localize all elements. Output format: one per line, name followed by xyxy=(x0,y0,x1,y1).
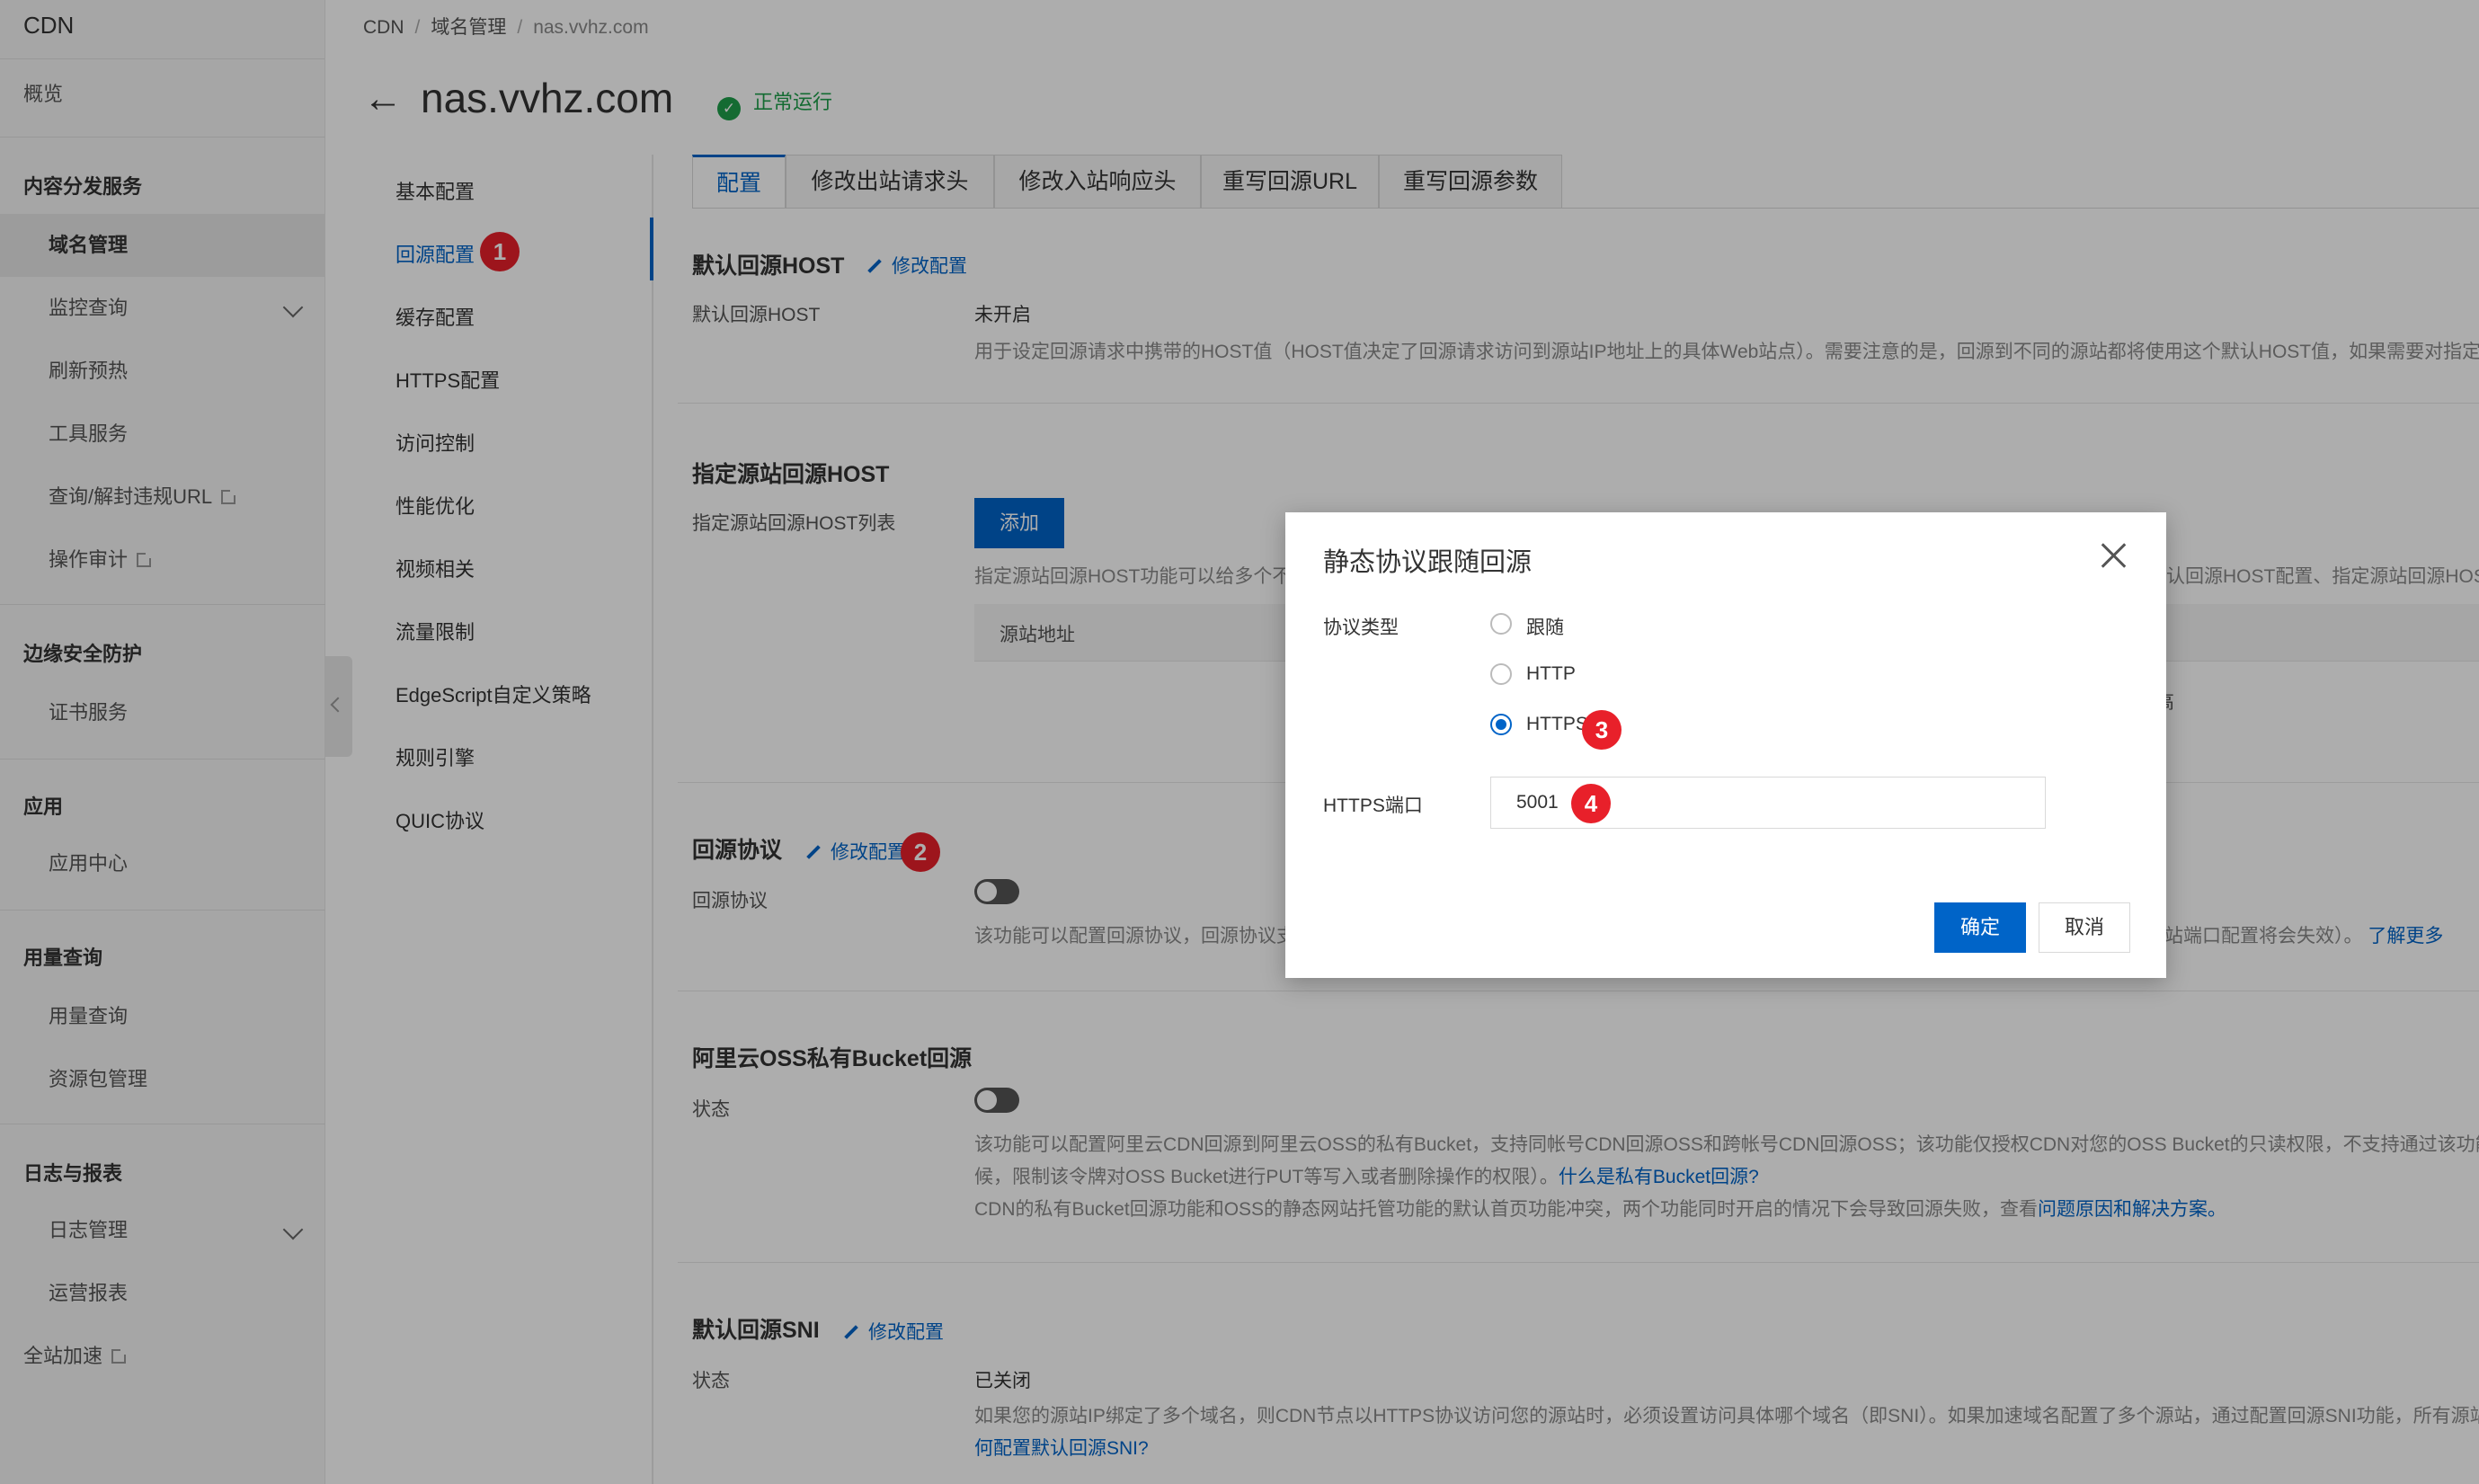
radio-label: 跟随 xyxy=(1526,618,1564,638)
cancel-button[interactable]: 取消 xyxy=(2039,902,2130,953)
annotation-badge: 4 xyxy=(1571,784,1611,823)
dialog-title: 静态协议跟随回源 xyxy=(1323,548,1533,577)
radio-button[interactable] xyxy=(1490,613,1512,635)
annotation-badge: 3 xyxy=(1582,710,1622,750)
radio-button[interactable] xyxy=(1490,663,1512,685)
close-icon[interactable] xyxy=(2100,541,2128,570)
radio-button-selected[interactable] xyxy=(1490,714,1512,735)
confirm-button[interactable]: 确定 xyxy=(1934,902,2026,953)
protocol-type-label: 协议类型 xyxy=(1323,618,1399,638)
radio-label: HTTP xyxy=(1526,663,1576,684)
https-port-label: HTTPS端口 xyxy=(1323,795,1423,816)
radio-label: HTTPS xyxy=(1526,714,1588,734)
protocol-follow-dialog: 静态协议跟随回源 协议类型 跟随 HTTP HTTPS 3 HTTPS端口 50… xyxy=(1285,512,2166,978)
